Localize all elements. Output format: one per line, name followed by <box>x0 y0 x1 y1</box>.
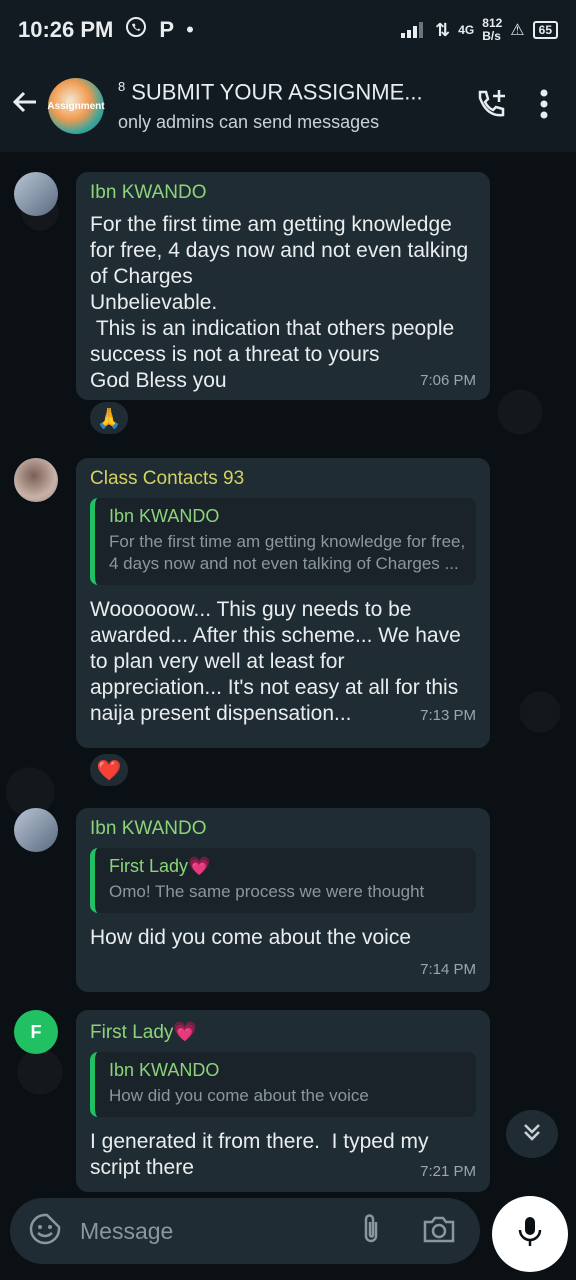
quote-author: Ibn KWANDO <box>109 506 220 526</box>
voice-message-button[interactable] <box>492 1196 568 1272</box>
message-text: How did you come about the voice <box>90 926 412 949</box>
camera-icon[interactable] <box>422 1214 456 1249</box>
message-text: For the first time am getting knowledge … <box>90 213 469 392</box>
input-bar: Message <box>0 1192 576 1280</box>
sender-avatar[interactable] <box>14 172 58 216</box>
group-title: 8 SUBMIT YOUR ASSIGNME... <box>118 79 438 105</box>
add-call-icon[interactable] <box>474 87 508 126</box>
sender-avatar[interactable] <box>14 808 58 852</box>
sender-name[interactable]: Ibn KWANDO <box>90 182 476 204</box>
quote-text: Omo! The same process we were thought <box>109 882 425 901</box>
scroll-down-button[interactable] <box>506 1110 558 1158</box>
quote-text: How did you come about the voice <box>109 1086 369 1105</box>
sender-name[interactable]: Class Contacts 93 <box>90 468 476 490</box>
sender-avatar[interactable]: F <box>14 1010 58 1054</box>
chat-header: Assignment 8 SUBMIT YOUR ASSIGNME... only… <box>0 60 576 152</box>
chat-area[interactable]: Ibn KWANDO For the first time am getting… <box>0 152 576 1192</box>
whatsapp-icon <box>125 16 147 44</box>
quoted-message[interactable]: First Lady💗 Omo! The same process we wer… <box>90 848 476 913</box>
net-speed-unit: B/s <box>482 29 501 43</box>
sender-name[interactable]: First Lady💗 <box>90 1020 476 1044</box>
chevron-double-down-icon <box>520 1120 544 1149</box>
message-bubble[interactable]: Ibn KWANDO First Lady💗 Omo! The same pro… <box>76 808 490 992</box>
message-input[interactable]: Message <box>10 1198 480 1264</box>
battery-indicator: 65 <box>532 21 558 39</box>
avatar-letter: F <box>30 1021 42 1042</box>
quote-author: Ibn KWANDO <box>109 1060 220 1080</box>
parking-icon: P <box>159 17 175 42</box>
more-options-icon[interactable] <box>540 89 548 124</box>
group-info[interactable]: 8 SUBMIT YOUR ASSIGNME... only admins can… <box>118 79 438 132</box>
microphone-icon <box>517 1215 543 1254</box>
quote-text: For the first time am getting knowledge … <box>109 532 466 573</box>
message-bubble[interactable]: First Lady💗 Ibn KWANDO How did you come … <box>76 1010 490 1192</box>
sender-name[interactable]: Ibn KWANDO <box>90 818 476 840</box>
message-placeholder: Message <box>80 1217 174 1244</box>
group-title-text: SUBMIT YOUR ASSIGNME... <box>131 79 423 105</box>
network-type: 4G <box>458 23 475 37</box>
back-arrow-icon[interactable] <box>10 87 46 126</box>
quoted-message[interactable]: Ibn KWANDO How did you come about the vo… <box>90 1052 476 1117</box>
net-speed: 812 B/s <box>482 17 502 43</box>
quote-author: First Lady💗 <box>109 856 211 876</box>
dot-icon: • <box>186 17 194 42</box>
warning-icon: ⚠ <box>510 22 525 39</box>
quoted-message[interactable]: Ibn KWANDO For the first time am getting… <box>90 498 476 585</box>
title-count: 8 <box>118 79 126 95</box>
group-avatar[interactable]: Assignment <box>47 78 105 134</box>
reaction-emoji: 🙏 <box>96 407 122 430</box>
message-bubble[interactable]: Class Contacts 93 Ibn KWANDO For the fir… <box>76 458 490 748</box>
signal-icon <box>401 20 427 41</box>
group-subtitle: only admins can send messages <box>118 111 380 132</box>
status-bar: 10:26 PM P • ⇅ 4G 812 B/s ⚠ 65 <box>0 0 576 60</box>
reaction-emoji: ❤️ <box>96 759 122 782</box>
sender-avatar[interactable] <box>14 458 58 502</box>
data-arrows-icon: ⇅ <box>435 19 451 40</box>
status-time: 10:26 PM <box>18 17 114 42</box>
message-time: 7:14 PM <box>420 961 476 978</box>
message-bubble[interactable]: Ibn KWANDO For the first time am getting… <box>76 172 490 400</box>
reaction-badge[interactable]: ❤️ <box>88 752 130 788</box>
reaction-badge[interactable]: 🙏 <box>88 400 130 436</box>
emoji-icon[interactable] <box>28 1212 62 1251</box>
group-avatar-label: Assignment <box>47 100 105 112</box>
attach-icon[interactable] <box>360 1212 382 1251</box>
